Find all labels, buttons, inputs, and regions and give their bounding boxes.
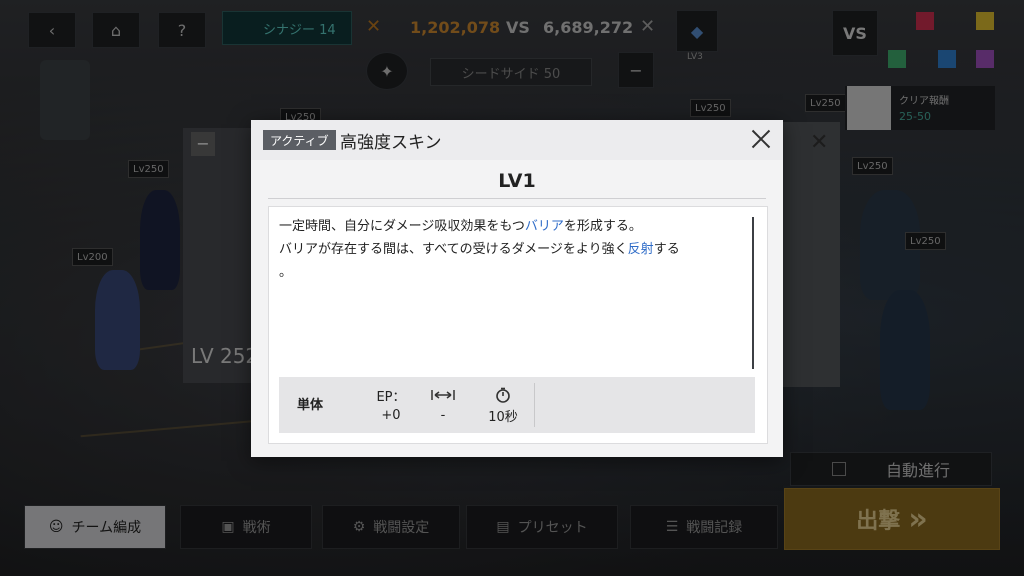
skill-level: LV1 xyxy=(498,170,536,192)
cooldown-value: 10秒 xyxy=(488,409,518,425)
description-line: 。 xyxy=(279,261,749,284)
skill-description: 一定時間、自分にダメージ吸収効果をもつバリアを形成する。 バリアが存在する間は、… xyxy=(279,215,749,284)
description-line: 一定時間、自分にダメージ吸収効果をもつバリアを形成する。 xyxy=(279,215,749,238)
divider xyxy=(534,383,535,427)
skill-description-box[interactable]: 一定時間、自分にダメージ吸収効果をもつバリアを形成する。 バリアが存在する間は、… xyxy=(268,206,768,444)
description-line: バリアが存在する間は、すべての受けるダメージをより強く反射する xyxy=(279,238,749,261)
skill-name: 高強度スキン xyxy=(340,133,442,153)
skill-detail-modal: アクティブ 高強度スキン LV1 一定時間、自分にダメージ吸収効果をもつバリアを… xyxy=(251,120,783,457)
target-type: 単体 xyxy=(297,394,323,413)
keyword-link[interactable]: バリア xyxy=(525,219,564,234)
ep-stat: EP： +0 xyxy=(363,377,419,433)
ep-value: +0 xyxy=(381,407,401,423)
description-text: する xyxy=(653,242,680,257)
range-stat: - xyxy=(423,377,463,433)
description-text: を形成する。 xyxy=(563,219,642,234)
range-icon xyxy=(431,385,455,405)
scrollbar[interactable] xyxy=(752,217,754,369)
keyword-link[interactable]: 反射 xyxy=(628,242,654,257)
stopwatch-icon xyxy=(495,385,511,405)
description-text: 。 xyxy=(279,265,293,280)
skill-stats-bar: 単体 EP： +0 - 10秒 xyxy=(279,377,755,433)
ep-label: EP： xyxy=(376,389,406,405)
skill-type-badge: アクティブ xyxy=(263,130,336,150)
cooldown-stat: 10秒 xyxy=(479,377,527,433)
description-text: バリアが存在する間は、すべての受けるダメージをより強く xyxy=(279,242,628,257)
close-icon[interactable] xyxy=(749,127,773,151)
range-value: - xyxy=(440,407,446,423)
description-text: 一定時間、自分にダメージ吸収効果をもつ xyxy=(279,219,525,234)
divider xyxy=(268,198,766,199)
modal-header: アクティブ 高強度スキン xyxy=(251,120,783,160)
